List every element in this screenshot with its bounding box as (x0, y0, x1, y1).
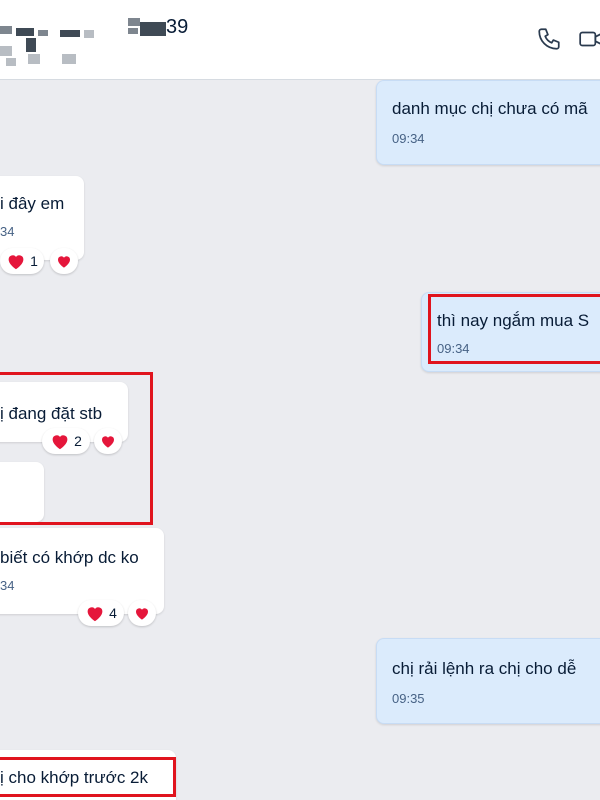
add-reaction-button[interactable] (50, 248, 78, 274)
highlight-box (0, 372, 153, 525)
message-time: 34 (0, 224, 15, 239)
reaction-summary[interactable]: 1 (0, 248, 44, 274)
message-text: chị rải lệnh ra chị cho dễ (392, 659, 577, 678)
highlight-box (428, 294, 600, 364)
message-text: biết có khớp dc ko (0, 548, 139, 567)
message-text: danh mục chị chưa có mã (392, 99, 588, 118)
message-text: i đây em (0, 194, 65, 213)
message-time: 09:35 (392, 691, 425, 706)
highlight-box (0, 757, 176, 797)
outgoing-message-bubble[interactable]: chị rải lệnh ra chị cho dễ 09:35 (376, 638, 600, 724)
video-call-icon[interactable] (578, 26, 600, 52)
add-reaction-button[interactable] (128, 600, 156, 626)
reaction-count: 4 (109, 605, 117, 621)
reaction-summary[interactable]: 4 (78, 600, 124, 626)
phone-icon[interactable] (536, 26, 562, 52)
chat-header: 39 (0, 0, 600, 80)
reaction-count: 1 (30, 253, 38, 269)
heart-icon (58, 256, 70, 268)
outgoing-message-bubble[interactable]: danh mục chị chưa có mã 09:34 (376, 80, 600, 165)
message-time: 09:34 (392, 131, 425, 146)
heart-icon (8, 255, 24, 270)
message-list[interactable]: danh mục chị chưa có mã 09:34 i đây em 3… (0, 80, 600, 800)
heart-icon (136, 608, 148, 620)
contact-name-visible-part: 39 (166, 16, 189, 38)
heart-icon (87, 607, 103, 622)
message-time: 34 (0, 578, 15, 593)
